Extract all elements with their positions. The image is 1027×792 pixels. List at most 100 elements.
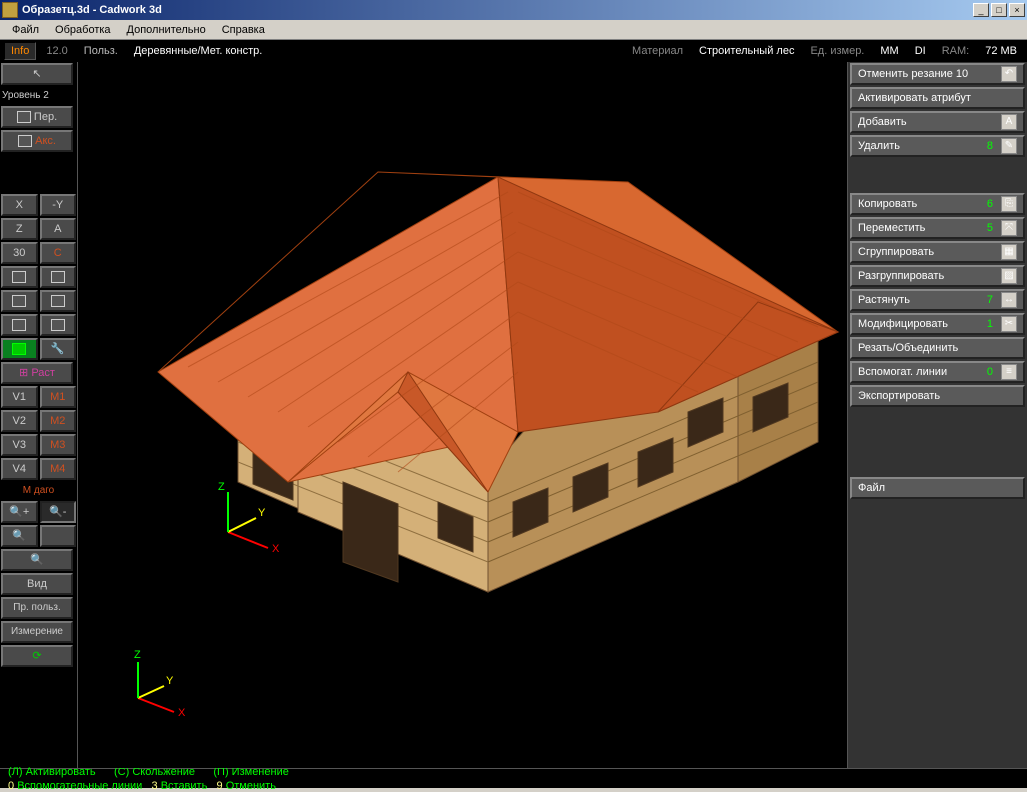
menu-file[interactable]: Файл — [4, 22, 47, 38]
cmd-btn-10[interactable]: Модифицировать1✂ — [850, 313, 1025, 335]
maximize-button[interactable]: □ — [991, 3, 1007, 17]
stretch-icon: ↔ — [1001, 292, 1017, 308]
m2-btn[interactable]: M2 — [40, 410, 77, 432]
version-label: 12.0 — [40, 43, 73, 59]
axis-gizmo-world: X Y Z — [118, 648, 198, 728]
v2-btn[interactable]: V2 — [1, 410, 38, 432]
wrench-btn[interactable]: 🔧 — [40, 338, 77, 360]
menu-help[interactable]: Справка — [214, 22, 273, 38]
zoom-out-btn[interactable]: 🔍- — [40, 501, 77, 523]
zoom-in-btn[interactable]: 🔍+ — [1, 501, 38, 523]
izmerenie-button[interactable]: Измерение — [1, 621, 73, 643]
svg-text:Y: Y — [258, 507, 266, 519]
cmd-btn-11[interactable]: Резать/Объединить — [850, 337, 1025, 359]
level-label: Уровень 2 — [0, 86, 77, 105]
menu-processing[interactable]: Обработка — [47, 22, 118, 38]
cube-btn-2[interactable] — [40, 266, 77, 288]
axis-x-btn[interactable]: X — [1, 194, 38, 216]
cmd-btn-12[interactable]: Вспомогат. линии0≡ — [850, 361, 1025, 383]
group-icon: ▦ — [1001, 244, 1017, 260]
text-a-icon: A — [1001, 114, 1017, 130]
cmd-label: Сгруппировать — [858, 246, 997, 258]
cmd-btn-6[interactable]: Переместить5⤧ — [850, 217, 1025, 239]
menu-additional[interactable]: Дополнительно — [119, 22, 214, 38]
cmd-label: Разгруппировать — [858, 270, 997, 282]
cmd-label: Экспортировать — [858, 390, 1017, 402]
ram-value: 72 MB — [979, 43, 1023, 59]
right-command-panel: Отменить резание 10↶ Активировать атрибут… — [847, 62, 1027, 768]
cmd-label: Резать/Объединить — [858, 342, 1017, 354]
status-3: 3 — [152, 780, 158, 792]
cursor-arrow-btn[interactable]: ↖ — [1, 63, 73, 85]
cmd-count: 6 — [987, 198, 993, 210]
vid-button[interactable]: Вид — [1, 573, 73, 595]
viewport-3d[interactable]: X Y Z X Y Z — [78, 62, 847, 768]
cmd-btn-16[interactable]: Файл — [850, 477, 1025, 499]
close-button[interactable]: × — [1009, 3, 1025, 17]
cmd-btn-13[interactable]: Экспортировать — [850, 385, 1025, 407]
cube-icon — [18, 135, 32, 147]
svg-text:Y: Y — [166, 675, 174, 687]
v4-btn[interactable]: V4 — [1, 458, 38, 480]
m4-btn[interactable]: M4 — [40, 458, 77, 480]
cube-btn-4[interactable] — [40, 290, 77, 312]
copy-icon: ⎘ — [1001, 196, 1017, 212]
cmd-count: 0 — [987, 366, 993, 378]
axis-30-btn[interactable]: 30 — [1, 242, 38, 264]
cmd-label: Растянуть — [858, 294, 987, 306]
m-dago-label: М даго — [0, 481, 77, 500]
cmd-btn-0[interactable]: Отменить резание 10↶ — [850, 63, 1025, 85]
cube-icon — [17, 111, 31, 123]
cmd-btn-9[interactable]: Растянуть7↔ — [850, 289, 1025, 311]
ram-label: RAM: — [936, 43, 976, 59]
m3-btn[interactable]: M3 — [40, 434, 77, 456]
m1-btn[interactable]: M1 — [40, 386, 77, 408]
cube-btn-5[interactable] — [1, 314, 38, 336]
v1-btn[interactable]: V1 — [1, 386, 38, 408]
cmd-count: 8 — [987, 140, 993, 152]
cmd-btn-1[interactable]: Активировать атрибут — [850, 87, 1025, 109]
cmd-label: Модифицировать — [858, 318, 987, 330]
unit-label: Ед. измер. — [804, 43, 870, 59]
cmd-label: Активировать атрибут — [858, 92, 1017, 104]
empty-btn[interactable] — [40, 525, 77, 547]
svg-text:X: X — [272, 543, 280, 555]
titlebar: Образетц.3d - Cadwork 3d _ □ × — [0, 0, 1027, 20]
lines-icon: ≡ — [1001, 364, 1017, 380]
status-9: 9 — [217, 780, 223, 792]
acc-button[interactable]: Акс. — [1, 130, 73, 152]
cmd-btn-5[interactable]: Копировать6⎘ — [850, 193, 1025, 215]
di-label: DI — [909, 43, 932, 59]
cmd-btn-8[interactable]: Разгруппировать ▨ — [850, 265, 1025, 287]
cmd-btn-7[interactable]: Сгруппировать ▦ — [850, 241, 1025, 263]
minimize-button[interactable]: _ — [973, 3, 989, 17]
unit-value: ММ — [874, 43, 904, 59]
cmd-btn-3[interactable]: Удалить8✎ — [850, 135, 1025, 157]
zoom-tool-btn[interactable]: 🔍 — [1, 525, 38, 547]
info-button[interactable]: Info — [4, 42, 36, 60]
left-toolbar: ↖ Уровень 2 Пер. Акс. X -Y Z A 30 C 🔧 ⊞ … — [0, 62, 78, 768]
ungroup-icon: ▨ — [1001, 268, 1017, 284]
rast-button[interactable]: ⊞ Раст — [1, 362, 73, 384]
zoom-center-btn[interactable]: 🔍 — [1, 549, 73, 571]
v3-btn[interactable]: V3 — [1, 434, 38, 456]
status-insert: Вставить — [161, 780, 208, 792]
material-type: Деревянные/Мет. констр. — [128, 43, 269, 59]
cube-btn-6[interactable] — [40, 314, 77, 336]
cube-btn-3[interactable] — [1, 290, 38, 312]
cmd-label: Файл — [858, 482, 1017, 494]
axis-z-btn[interactable]: Z — [1, 218, 38, 240]
refresh-btn[interactable]: ⟳ — [1, 645, 73, 667]
green-cube-btn[interactable] — [1, 338, 38, 360]
cmd-btn-2[interactable]: ДобавитьA — [850, 111, 1025, 133]
axis-c-btn[interactable]: C — [40, 242, 77, 264]
cube-btn-1[interactable] — [1, 266, 38, 288]
house-model: X Y Z — [118, 102, 858, 682]
cmd-label: Удалить — [858, 140, 987, 152]
per-button[interactable]: Пер. — [1, 106, 73, 128]
menubar: Файл Обработка Дополнительно Справка — [0, 20, 1027, 40]
material-value: Строительный лес — [693, 43, 800, 59]
axis-a-btn[interactable]: A — [40, 218, 77, 240]
pr-polz-button[interactable]: Пр. польз. — [1, 597, 73, 619]
axis-neg-y-btn[interactable]: -Y — [40, 194, 77, 216]
